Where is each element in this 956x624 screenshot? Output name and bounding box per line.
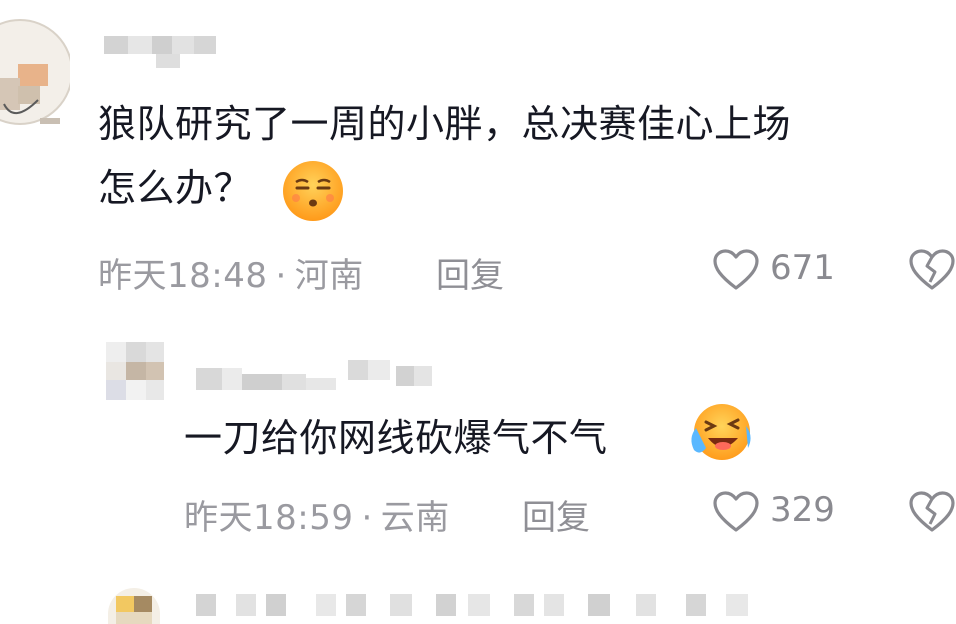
comment-location: 云南 bbox=[380, 498, 450, 538]
like-count: 671 bbox=[770, 248, 835, 288]
reply-button[interactable]: 回复 bbox=[436, 248, 504, 297]
reply-text: 一刀给你网线砍爆气不气 bbox=[184, 416, 608, 460]
avatar[interactable] bbox=[104, 586, 164, 624]
username-blurred[interactable] bbox=[104, 36, 216, 70]
comment-time: 昨天18:59 bbox=[184, 498, 354, 538]
username-blurred[interactable] bbox=[196, 360, 432, 400]
reply-button[interactable]: 回复 bbox=[522, 490, 590, 539]
meta-separator: · bbox=[275, 256, 287, 296]
comment-meta: 昨天18:59 · 云南 bbox=[184, 490, 450, 539]
comment-text-line1: 狼队研究了一周的小胖，总决赛佳心上场 bbox=[98, 102, 792, 146]
dislike-icon[interactable] bbox=[908, 248, 956, 294]
heart-icon[interactable] bbox=[712, 490, 762, 536]
comment-text-line2: 怎么办？ bbox=[98, 166, 253, 210]
comment-meta: 昨天18:48 · 河南 bbox=[98, 248, 364, 297]
comment-time: 昨天18:48 bbox=[98, 256, 268, 296]
username-blurred[interactable] bbox=[196, 592, 756, 624]
avatar[interactable] bbox=[106, 342, 164, 400]
meta-separator: · bbox=[361, 498, 373, 538]
heart-icon[interactable] bbox=[712, 248, 762, 294]
avatar[interactable] bbox=[0, 8, 70, 132]
comment-location: 河南 bbox=[294, 256, 364, 296]
dislike-icon[interactable] bbox=[908, 490, 956, 536]
laughing-crying-emoji-icon bbox=[688, 402, 752, 464]
smirk-emoji-icon bbox=[282, 160, 344, 222]
like-count: 329 bbox=[770, 490, 835, 530]
